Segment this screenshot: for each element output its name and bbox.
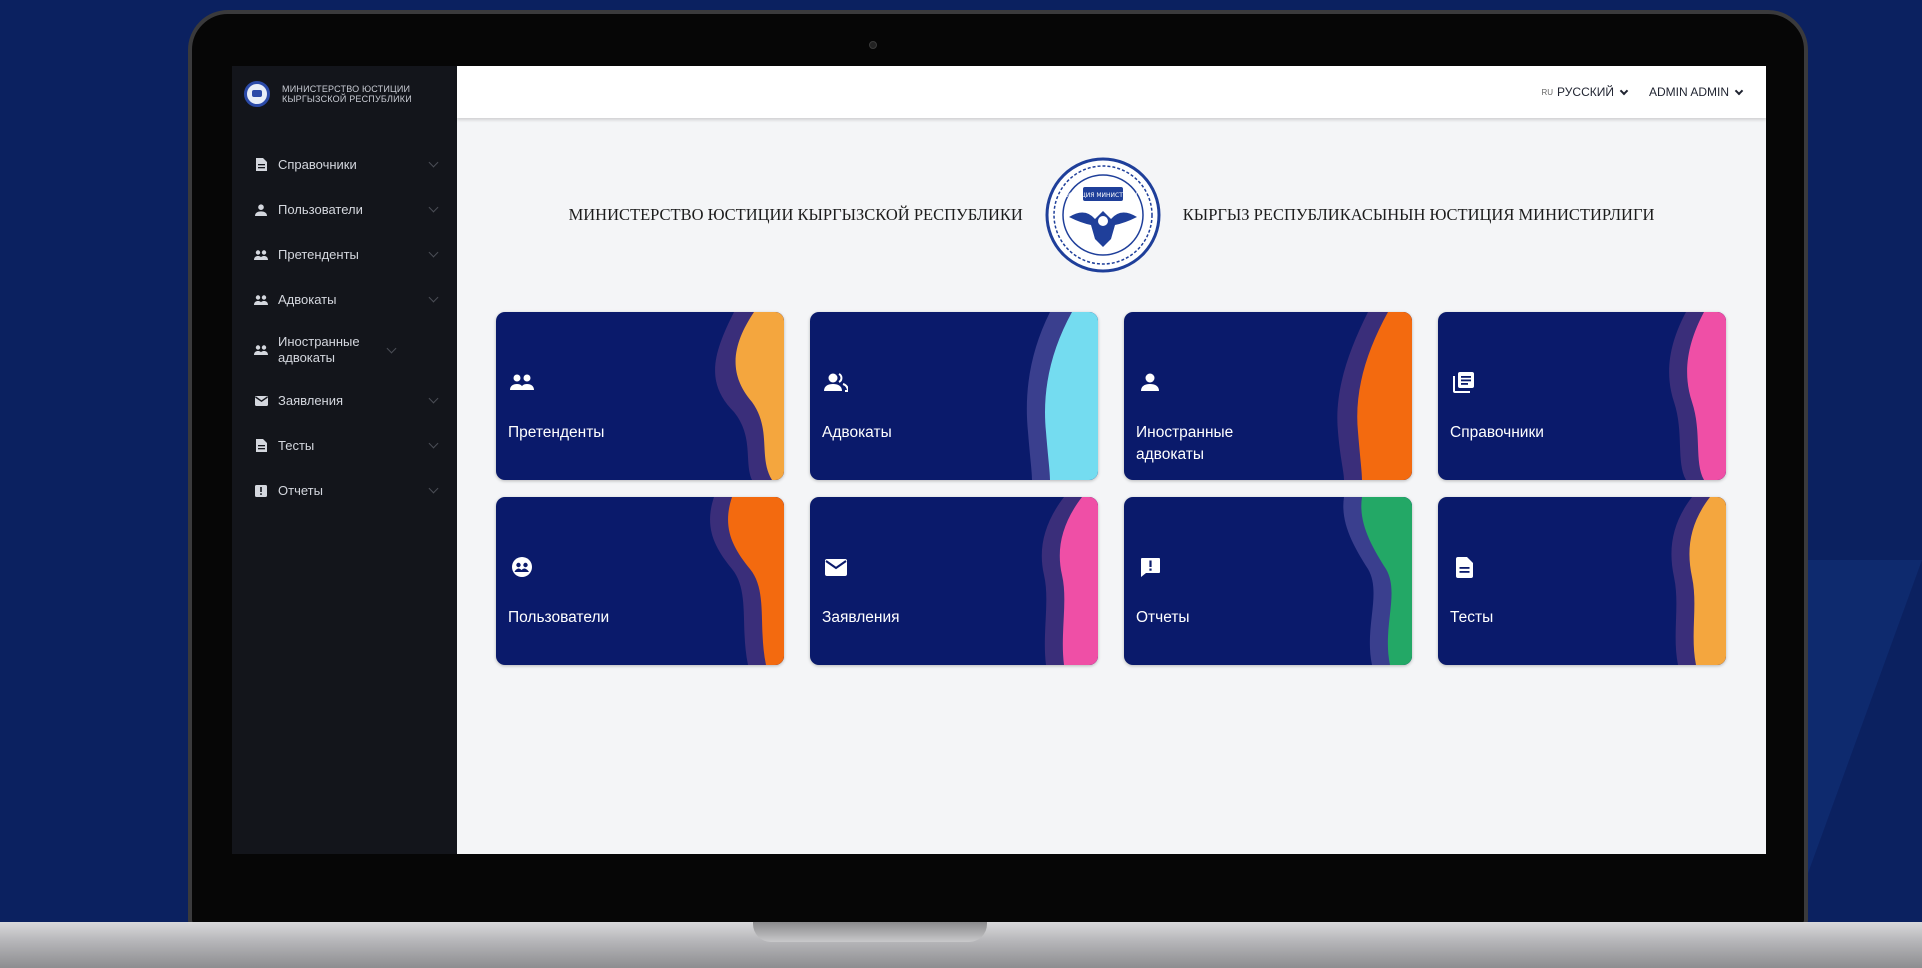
topbar: RU РУССКИЙ ADMIN ADMIN xyxy=(457,66,1766,118)
brand[interactable]: МИНИСТЕРСТВО ЮСТИЦИИ КЫРГЫЗСКОЙ РЕСПУБЛИ… xyxy=(232,66,457,122)
svg-text:ЮСТИЦИЯ МИНИСТРЛИГИ: ЮСТИЦИЯ МИНИСТРЛИГИ xyxy=(1062,192,1143,199)
ministry-header: МИНИСТЕРСТВО ЮСТИЦИИ КЫРГЫЗСКОЙ РЕСПУБЛИ… xyxy=(457,154,1766,276)
card-applications[interactable]: Заявления xyxy=(810,497,1098,665)
wave-decoration xyxy=(1669,312,1726,480)
card-label: Тесты xyxy=(1450,609,1494,626)
sidebar-menu: Справочники Пользователи Претенденты Адв… xyxy=(232,142,457,513)
sidebar-item-applications[interactable]: Заявления xyxy=(232,378,457,423)
card-label: Справочники xyxy=(1450,424,1544,441)
sidebar-item-label: Иностранные адвокаты xyxy=(278,334,360,365)
person-icon xyxy=(254,203,268,217)
report-icon xyxy=(1138,555,1162,579)
sidebar-item-label: Заявления xyxy=(278,392,344,408)
emblem-icon xyxy=(244,81,270,107)
card-reports[interactable]: Отчеты xyxy=(1124,497,1412,665)
sidebar-item-lawyers[interactable]: Адвокаты xyxy=(232,277,457,322)
chevron-down-icon xyxy=(428,483,439,494)
wave-decoration xyxy=(1337,312,1412,480)
person-icon xyxy=(1138,370,1162,394)
sidebar-item-label: Тесты xyxy=(278,437,315,453)
mail-icon xyxy=(254,394,268,408)
wave-decoration xyxy=(1671,497,1726,665)
list-book-icon xyxy=(1452,370,1476,394)
people-icon xyxy=(510,370,534,394)
brand-line-1: МИНИСТЕРСТВО ЮСТИЦИИ xyxy=(282,84,411,94)
chevron-down-icon xyxy=(428,393,439,404)
sidebar-item-users[interactable]: Пользователи xyxy=(232,187,457,232)
card-tests[interactable]: Тесты xyxy=(1438,497,1726,665)
chevron-down-icon xyxy=(428,247,439,258)
card-label: Пользователи xyxy=(508,609,610,626)
document-icon xyxy=(254,439,268,453)
chevron-down-icon xyxy=(386,343,397,353)
sidebar-item-foreign-lawyers[interactable]: Иностранные адвокаты xyxy=(232,322,457,378)
chevron-down-icon xyxy=(428,202,439,213)
card-label: Адвокаты xyxy=(822,424,892,441)
card-foreign-lawyers[interactable]: Иностранные адвокаты xyxy=(1124,312,1412,480)
document-icon xyxy=(254,158,268,172)
wave-decoration xyxy=(1041,497,1098,665)
brand-text: МИНИСТЕРСТВО ЮСТИЦИИ КЫРГЫЗСКОЙ РЕСПУБЛИ… xyxy=(282,84,412,104)
chevron-down-icon xyxy=(428,438,439,449)
sidebar-item-label: Претенденты xyxy=(278,246,359,262)
card-candidates[interactable]: Претенденты xyxy=(496,312,784,480)
card-label: Заявления xyxy=(822,609,900,626)
chevron-down-icon xyxy=(1619,86,1629,95)
card-label: Отчеты xyxy=(1136,609,1190,626)
camera xyxy=(869,41,877,49)
sidebar-item-label: Справочники xyxy=(278,156,357,172)
user-name: ADMIN ADMIN xyxy=(1648,85,1729,99)
ministry-seal-icon: ЮСТИЦИЯ МИНИСТРЛИГИ xyxy=(1045,157,1161,273)
wave-decoration xyxy=(710,497,784,665)
laptop-notch xyxy=(753,922,987,942)
sidebar-item-label: Адвокаты xyxy=(278,291,337,307)
group-icon xyxy=(824,370,848,394)
document-icon xyxy=(1452,555,1476,579)
report-icon xyxy=(254,484,268,498)
card-users[interactable]: Пользователи xyxy=(496,497,784,665)
card-references[interactable]: Справочники xyxy=(1438,312,1726,480)
users-circle-icon xyxy=(510,555,534,579)
dashboard-cards: Претенденты Адвокаты Иностранные адвокат… xyxy=(496,312,1726,665)
ministry-title-ru: МИНИСТЕРСТВО ЮСТИЦИИ КЫРГЫЗСКОЙ РЕСПУБЛИ… xyxy=(568,205,1023,224)
language-selector[interactable]: RU РУССКИЙ xyxy=(1541,85,1629,99)
wave-decoration xyxy=(1026,312,1098,480)
wave-decoration xyxy=(1343,497,1412,665)
ministry-title-ky: КЫРГЫЗ РЕСПУБЛИКАСЫНЫН ЮСТИЦИЯ МИНИСТИРЛ… xyxy=(1182,205,1655,224)
chevron-down-icon xyxy=(1734,86,1744,95)
sidebar-item-label: Отчеты xyxy=(278,482,323,498)
brand-line-2: КЫРГЫЗСКОЙ РЕСПУБЛИКИ xyxy=(282,94,412,104)
mail-icon xyxy=(824,555,848,579)
sidebar-item-spravochniki[interactable]: Справочники xyxy=(232,142,457,187)
user-menu[interactable]: ADMIN ADMIN xyxy=(1648,85,1744,99)
chevron-down-icon xyxy=(428,157,439,168)
card-label: Иностранные адвокаты xyxy=(1136,424,1234,463)
people-icon xyxy=(254,248,268,262)
flag-icon: RU xyxy=(1541,87,1554,97)
sidebar-item-label: Пользователи xyxy=(278,201,363,217)
sidebar-item-tests[interactable]: Тесты xyxy=(232,423,457,468)
people-icon xyxy=(254,293,268,307)
chevron-down-icon xyxy=(428,292,439,303)
app-screen: МИНИСТЕРСТВО ЮСТИЦИИ КЫРГЫЗСКОЙ РЕСПУБЛИ… xyxy=(232,66,1766,854)
sidebar: МИНИСТЕРСТВО ЮСТИЦИИ КЫРГЫЗСКОЙ РЕСПУБЛИ… xyxy=(232,66,457,854)
people-icon xyxy=(254,343,268,357)
card-label: Претенденты xyxy=(508,424,605,441)
sidebar-item-reports[interactable]: Отчеты xyxy=(232,468,457,513)
language-label: РУССКИЙ xyxy=(1557,85,1614,99)
wave-decoration xyxy=(715,312,784,480)
card-lawyers[interactable]: Адвокаты xyxy=(810,312,1098,480)
sidebar-item-candidates[interactable]: Претенденты xyxy=(232,232,457,277)
